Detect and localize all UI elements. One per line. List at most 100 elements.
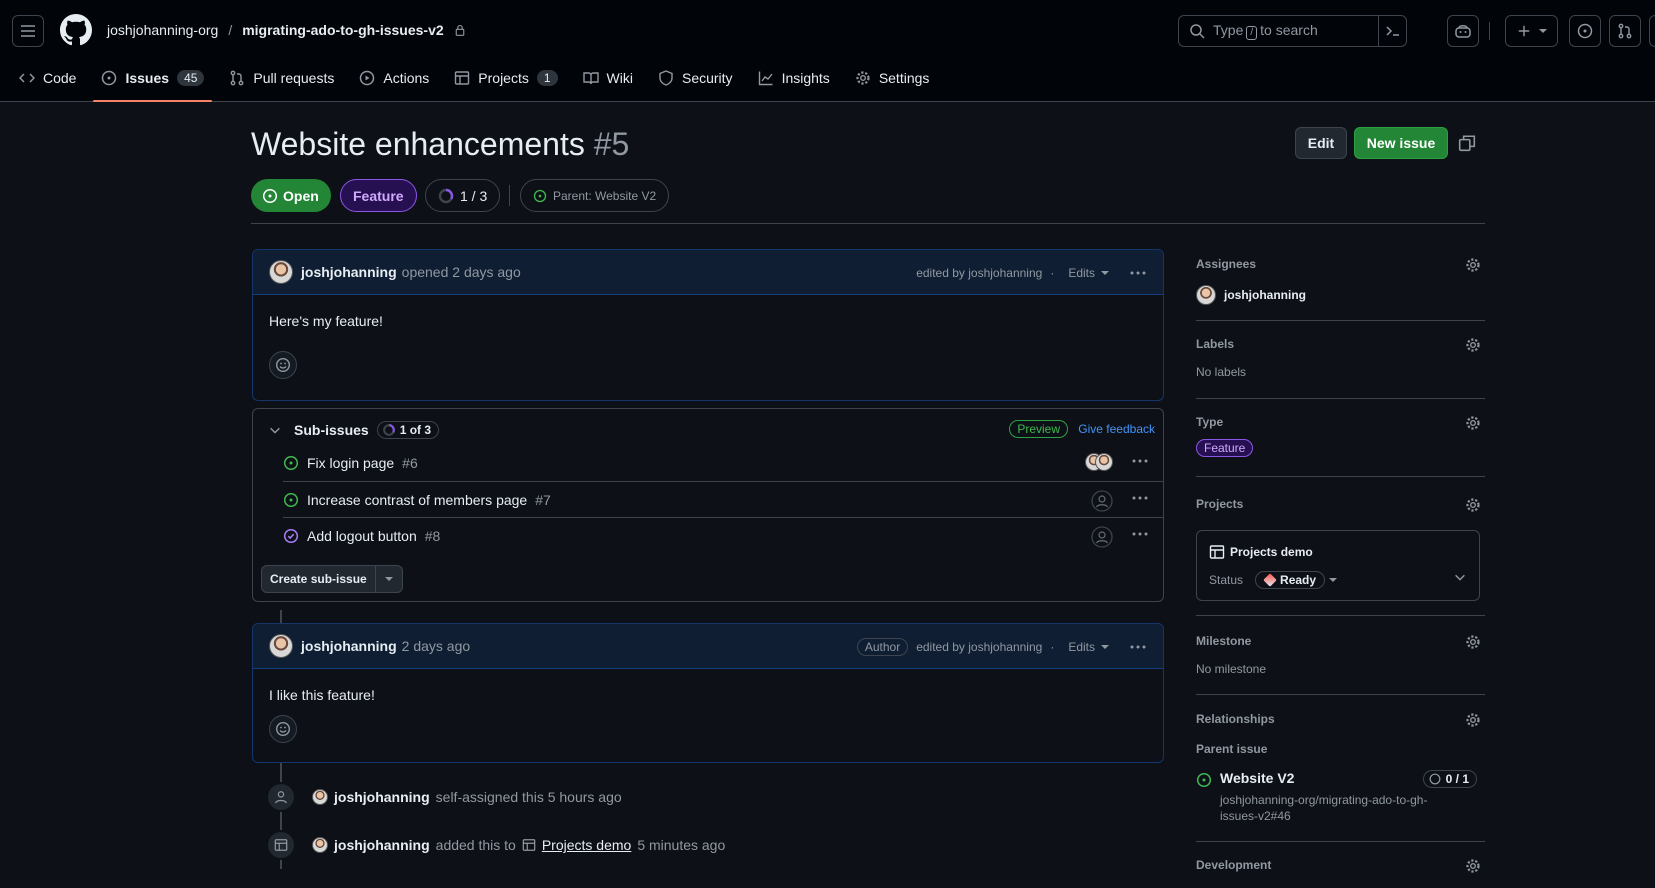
tab-code[interactable]: Code — [19, 66, 76, 90]
comment-options-button[interactable] — [1129, 639, 1147, 655]
comment-time[interactable]: 2 days ago — [402, 638, 471, 654]
search-input[interactable]: Type / to search — [1178, 15, 1407, 47]
new-issue-button[interactable]: New issue — [1354, 127, 1448, 159]
assignee-avatars[interactable] — [1085, 453, 1113, 471]
sub-issue-options-button[interactable] — [1131, 490, 1149, 506]
command-palette-button[interactable] — [1378, 16, 1406, 46]
sub-issues-panel: Sub-issues 1 of 3 Preview Give feedback … — [252, 408, 1164, 602]
issues-header-button[interactable] — [1569, 15, 1601, 47]
event-user[interactable]: joshjohanning — [334, 837, 430, 853]
sub-issue-options-button[interactable] — [1131, 526, 1149, 542]
add-assignee-button[interactable] — [1091, 526, 1113, 548]
sub-issue-title[interactable]: Add logout button — [307, 528, 417, 544]
parent-issue-item[interactable]: Website V2 0 / 1 joshjohanning-org/migra… — [1196, 770, 1485, 823]
tab-actions[interactable]: Actions — [359, 66, 429, 90]
breadcrumb-owner[interactable]: joshjohanning-org — [107, 22, 218, 38]
tab-settings[interactable]: Settings — [855, 66, 929, 90]
event-time: 5 minutes ago — [637, 837, 726, 853]
parent-issue-title[interactable]: Website V2 — [1220, 770, 1294, 786]
tab-issues[interactable]: Issues 45 — [93, 66, 213, 102]
comment-action[interactable]: opened 2 days ago — [402, 264, 521, 280]
add-assignee-button[interactable] — [1091, 490, 1113, 512]
comment-header-meta: edited by joshjohanning · Edits — [916, 250, 1147, 295]
project-name-link[interactable]: Projects demo — [1209, 544, 1313, 560]
github-logo-icon[interactable] — [60, 14, 92, 46]
search-placeholder: Type / to search — [1213, 22, 1318, 40]
tab-projects[interactable]: Projects 1 — [454, 66, 558, 90]
pull-requests-header-button[interactable] — [1609, 15, 1641, 47]
sub-issue-row[interactable]: Increase contrast of members page #7 — [283, 481, 1163, 517]
create-new-button[interactable] — [1505, 15, 1558, 47]
tab-insights[interactable]: Insights — [758, 66, 830, 90]
avatar[interactable] — [312, 789, 328, 805]
sub-issue-options-button[interactable] — [1131, 453, 1149, 469]
avatar[interactable] — [312, 837, 328, 853]
tab-security-label: Security — [681, 70, 733, 86]
tab-security[interactable]: Security — [658, 66, 733, 90]
issue-title-text: Website enhancements — [251, 126, 585, 162]
parent-issue-pill[interactable]: Parent: Website V2 — [520, 179, 670, 212]
sub-issue-row[interactable]: Add logout button #8 — [283, 517, 1163, 553]
menu-button[interactable] — [12, 15, 44, 47]
sidebar-milestone: Milestone No milestone — [1196, 634, 1485, 695]
create-sub-issue-menu-button[interactable] — [376, 566, 402, 592]
gear-icon — [1466, 713, 1480, 727]
milestone-settings-button[interactable] — [1465, 634, 1481, 650]
event-user[interactable]: joshjohanning — [334, 789, 430, 805]
event-project-link[interactable]: Projects demo — [542, 837, 631, 853]
search-icon — [1190, 24, 1205, 39]
inbox-button[interactable] — [1649, 15, 1655, 47]
kebab-horizontal-icon — [1132, 459, 1148, 463]
avatar[interactable] — [269, 634, 293, 658]
add-reaction-button[interactable] — [269, 715, 297, 743]
chevron-down-icon[interactable] — [268, 423, 282, 437]
edit-title-button[interactable]: Edit — [1295, 127, 1347, 159]
issue-type-badge[interactable]: Feature — [340, 179, 417, 212]
give-feedback-link[interactable]: Give feedback — [1078, 422, 1155, 436]
parent-issue-reference: joshjohanning-org/migrating-ado-to-gh- i… — [1220, 792, 1427, 824]
table-icon — [1209, 545, 1225, 559]
smiley-icon — [275, 721, 291, 737]
type-badge[interactable]: Feature — [1196, 439, 1254, 457]
avatar — [1095, 453, 1113, 471]
sub-issues-progress-text: 1 of 3 — [399, 423, 432, 437]
pull-request-icon — [1618, 23, 1632, 39]
tab-code-label: Code — [43, 70, 77, 86]
parent-issue-reference-line: joshjohanning-org/migrating-ado-to-gh- — [1220, 793, 1428, 807]
labels-settings-button[interactable] — [1465, 337, 1481, 353]
avatar[interactable] — [269, 260, 293, 284]
breadcrumb-repo[interactable]: migrating-ado-to-gh-issues-v2 — [242, 22, 443, 38]
assignee-item[interactable]: joshjohanning — [1196, 285, 1485, 305]
copy-link-button[interactable] — [1458, 134, 1476, 152]
type-settings-button[interactable] — [1465, 415, 1481, 431]
sidebar-development: Development — [1196, 858, 1485, 888]
breadcrumb: joshjohanning-org / migrating-ado-to-gh-… — [107, 22, 466, 38]
assignees-heading: Assignees — [1196, 257, 1257, 271]
projects-count: 1 — [536, 70, 558, 86]
create-sub-issue-button[interactable]: Create sub-issue — [262, 566, 376, 592]
sub-issue-progress-pill[interactable]: 1 / 3 — [425, 179, 501, 212]
tab-wiki[interactable]: Wiki — [582, 66, 633, 90]
table-icon — [522, 839, 536, 851]
copilot-button[interactable] — [1447, 15, 1479, 47]
edits-dropdown[interactable]: Edits — [1068, 266, 1109, 280]
development-settings-button[interactable] — [1465, 858, 1481, 874]
sub-issue-title[interactable]: Fix login page — [307, 455, 394, 471]
status-dropdown[interactable]: Ready — [1255, 571, 1338, 589]
project-expand-button[interactable] — [1453, 570, 1467, 584]
parent-issue-progress-text: 0 / 1 — [1445, 772, 1469, 786]
sub-issue-title[interactable]: Increase contrast of members page — [307, 492, 527, 508]
add-reaction-button[interactable] — [269, 351, 297, 379]
relationships-settings-button[interactable] — [1465, 712, 1481, 728]
sub-issue-row[interactable]: Fix login page #6 — [283, 445, 1163, 481]
comment-author[interactable]: joshjohanning — [301, 638, 397, 654]
tab-pull-requests[interactable]: Pull requests — [229, 66, 334, 90]
edits-dropdown[interactable]: Edits — [1068, 640, 1109, 654]
projects-settings-button[interactable] — [1465, 497, 1481, 513]
comment-options-button[interactable] — [1129, 265, 1147, 281]
labels-heading: Labels — [1196, 337, 1235, 351]
issues-count: 45 — [177, 70, 205, 86]
assignees-settings-button[interactable] — [1465, 257, 1481, 273]
comment-author[interactable]: joshjohanning — [301, 264, 397, 280]
type-heading: Type — [1196, 415, 1224, 429]
